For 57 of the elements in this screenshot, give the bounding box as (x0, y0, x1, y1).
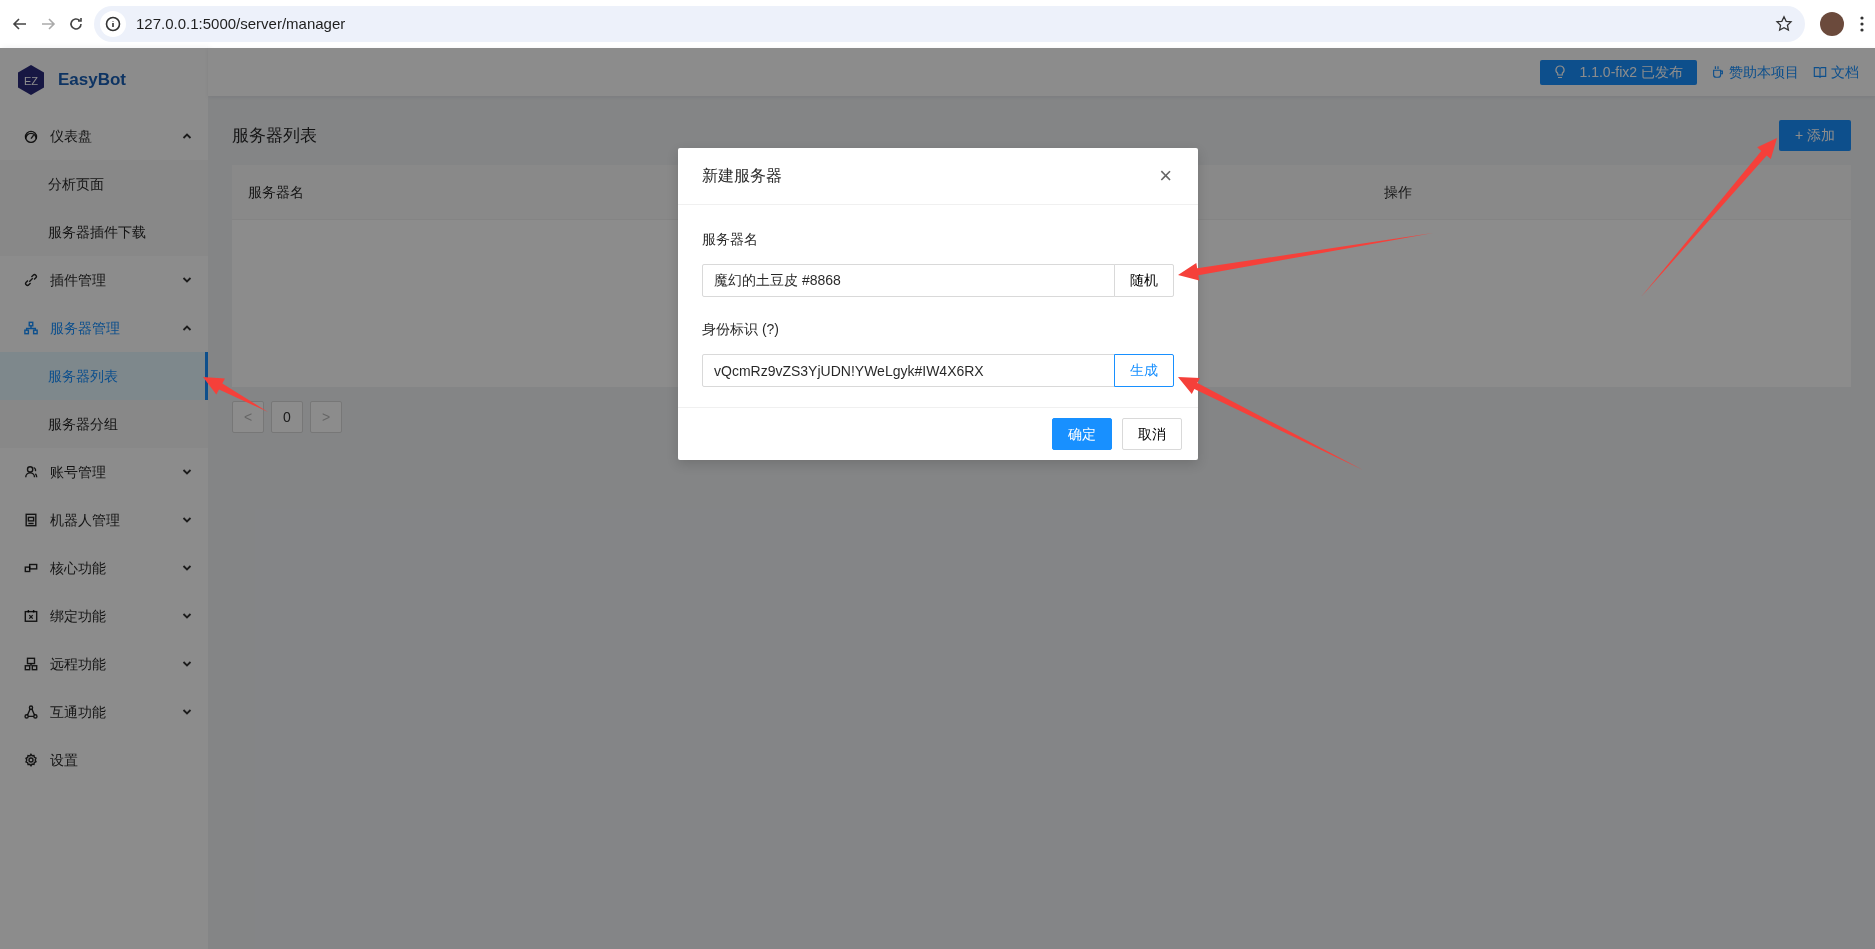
sidebar-item[interactable]: 远程功能 (0, 640, 208, 688)
address-bar[interactable]: 127.0.0.1:5000/server/manager (94, 6, 1805, 42)
network-icon (24, 705, 38, 719)
sidebar-item[interactable]: 绑定功能 (0, 592, 208, 640)
chevron-up-icon (182, 323, 192, 333)
url-text: 127.0.0.1:5000/server/manager (136, 13, 346, 34)
column-header: 操作 (1384, 182, 1412, 202)
more-icon (1859, 15, 1865, 33)
chevron-down-icon (182, 515, 192, 525)
users-icon (24, 465, 38, 479)
sidebar-subitem[interactable]: 服务器插件下载 (0, 208, 208, 256)
chevron-down-icon (182, 659, 192, 669)
sidebar-item[interactable]: 核心功能 (0, 544, 208, 592)
blocks-icon (24, 561, 38, 575)
sidebar-item[interactable]: 插件管理 (0, 256, 208, 304)
sidebar-item[interactable]: 账号管理 (0, 448, 208, 496)
avatar-icon[interactable] (1820, 12, 1844, 36)
chevron-down-icon (182, 563, 192, 573)
input-field[interactable]: 魔幻的土豆皮 #8868 (702, 264, 1115, 297)
sidebar-subitem[interactable]: 分析页面 (0, 160, 208, 208)
annotation-arrow (203, 377, 268, 412)
logo-icon: EZ (16, 64, 46, 96)
addon-button[interactable]: 生成 (1114, 354, 1174, 387)
cancel-button[interactable]: 取消 (1122, 418, 1182, 450)
dialog-title: 新建服务器 (702, 166, 782, 186)
chevron-up-icon (182, 131, 192, 141)
info-icon (105, 16, 121, 32)
sitemap-icon (24, 321, 38, 335)
page-title: 服务器列表 (232, 124, 317, 147)
settings-icon (24, 753, 38, 767)
coffee-icon (1711, 65, 1725, 79)
field-label: 服务器名 (702, 230, 759, 249)
sidebar-item[interactable]: 设置 (0, 736, 208, 784)
lightbulb-icon (1553, 65, 1566, 79)
page-number-button[interactable]: 0 (271, 401, 303, 433)
server-icon (24, 657, 38, 671)
app-name: EasyBot (58, 69, 127, 92)
chevron-down-icon (182, 707, 192, 717)
dashboard-icon (24, 129, 38, 143)
addon-button[interactable]: 随机 (1114, 264, 1174, 297)
star-icon (1775, 15, 1793, 33)
close-button[interactable]: × (1157, 165, 1174, 187)
link-icon (24, 273, 38, 287)
input-field[interactable]: vQcmRz9vZS3YjUDN!YWeLgyk#IW4X6RX (702, 354, 1115, 387)
sidebar-item[interactable]: 互通功能 (0, 688, 208, 736)
chevron-down-icon (182, 611, 192, 621)
calendar-icon (24, 609, 38, 623)
sidebar-subitem[interactable]: 服务器分组 (0, 400, 208, 448)
chevron-down-icon (182, 275, 192, 285)
sidebar-item[interactable]: 机器人管理 (0, 496, 208, 544)
sidebar-item[interactable]: 仪表盘 (0, 112, 208, 160)
field-label: 身份标识 (?) (702, 320, 780, 339)
robot-icon (24, 513, 38, 527)
chevron-down-icon (182, 467, 192, 477)
column-header: 服务器名 (247, 182, 305, 202)
book-icon (1813, 65, 1827, 79)
confirm-button[interactable]: 确定 (1052, 418, 1112, 450)
